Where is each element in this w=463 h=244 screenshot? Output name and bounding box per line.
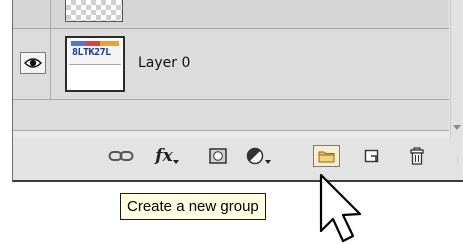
new-layer-icon xyxy=(364,149,378,163)
layer-thumbnail-checkerboard[interactable] xyxy=(65,0,123,22)
create-new-layer-button[interactable] xyxy=(361,145,381,167)
mouse-cursor-icon xyxy=(319,173,362,243)
layer-style-button[interactable]: fx xyxy=(150,145,184,167)
layer-row-partial[interactable] xyxy=(13,0,449,29)
fx-icon: fx xyxy=(155,146,173,166)
new-group-folder-icon xyxy=(318,151,335,162)
scroll-down-arrow-icon[interactable] xyxy=(453,125,461,130)
layers-toolbar: fx ⋮ xyxy=(13,138,462,180)
tooltip: Create a new group xyxy=(120,193,266,220)
visibility-cell[interactable] xyxy=(13,29,51,99)
adjustment-layer-button[interactable] xyxy=(244,145,274,167)
link-layers-button[interactable] xyxy=(106,145,136,167)
thumbnail-text: 8LTK27L xyxy=(72,47,111,58)
layer-row-layer-0[interactable]: 8LTK27L Layer 0 xyxy=(13,29,449,100)
layer-mask-icon xyxy=(209,148,227,164)
delete-layer-button[interactable] xyxy=(406,145,428,167)
link-layers-icon xyxy=(108,151,134,161)
create-new-group-button[interactable] xyxy=(313,145,340,167)
scrollbar[interactable] xyxy=(450,0,463,138)
add-layer-mask-button[interactable] xyxy=(207,145,229,167)
visibility-cell[interactable] xyxy=(13,0,51,28)
license-plate-image: 8LTK27L xyxy=(69,40,121,65)
adjustment-layer-icon xyxy=(246,147,271,165)
layer-name[interactable]: Layer 0 xyxy=(138,55,190,71)
resize-grip-icon[interactable]: ⋮ xyxy=(454,157,462,166)
layers-panel: 8LTK27L Layer 0 fx ⋮ xyxy=(12,0,463,182)
layer-thumbnail[interactable]: 8LTK27L xyxy=(65,36,125,92)
eye-icon[interactable] xyxy=(20,52,46,74)
layers-empty-area[interactable] xyxy=(13,100,449,131)
trash-icon xyxy=(410,147,424,165)
